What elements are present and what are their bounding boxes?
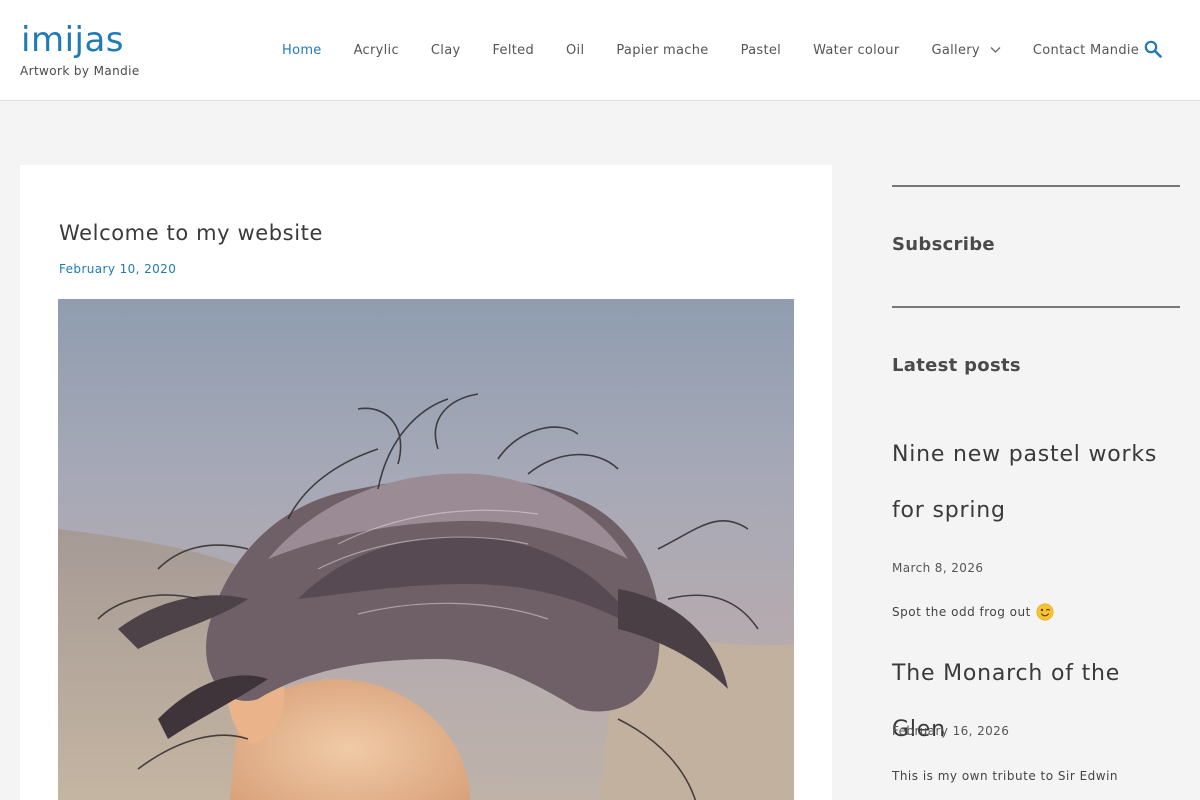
winking-face-icon: [1036, 603, 1054, 621]
latest-post-title[interactable]: The Monarch of the Glen: [892, 646, 1180, 758]
nav-item-home[interactable]: Home: [266, 43, 338, 58]
chevron-down-icon[interactable]: [990, 46, 1001, 54]
post-featured-image: [58, 299, 794, 800]
nav-item-gallery[interactable]: Gallery: [916, 43, 1017, 58]
post-title[interactable]: Welcome to my website: [59, 221, 323, 245]
site-tagline: Artwork by Mandie: [20, 64, 140, 78]
nav-item-papier-mache[interactable]: Papier mache: [600, 43, 724, 58]
nav-item-felted[interactable]: Felted: [476, 43, 550, 58]
site-logo[interactable]: imijas: [21, 20, 124, 60]
latest-post-excerpt-text: Spot the odd frog out: [892, 605, 1031, 619]
nav-item-contact-mandie[interactable]: Contact Mandie: [1017, 43, 1155, 58]
watercolour-hair-painting: [58, 299, 794, 800]
nav-item-clay[interactable]: Clay: [415, 43, 477, 58]
post-date[interactable]: February 10, 2020: [59, 262, 176, 276]
latest-post-title-line: for spring: [892, 498, 1006, 523]
latest-post-title-line: The Monarch of the Glen: [892, 661, 1121, 742]
nav-item-pastel[interactable]: Pastel: [725, 43, 798, 58]
latest-post-title[interactable]: Nine new pastel works for spring: [892, 427, 1180, 539]
main-nav: Home Acrylic Clay Felted Oil Papier mach…: [266, 40, 1155, 60]
post-article: Welcome to my website February 10, 2020: [20, 165, 832, 800]
latest-post-excerpt: This is my own tribute to Sir Edwin: [892, 769, 1119, 783]
latest-posts-title: Latest posts: [892, 355, 1021, 376]
nav-item-water-colour[interactable]: Water colour: [797, 43, 915, 58]
subscribe-widget-title: Subscribe: [892, 234, 995, 255]
search-icon[interactable]: [1144, 40, 1162, 58]
latest-post-title-line: Nine new pastel works: [892, 442, 1158, 467]
latest-post-date: March 8, 2026: [892, 561, 984, 575]
nav-item-acrylic[interactable]: Acrylic: [338, 43, 415, 58]
divider: [892, 306, 1180, 308]
latest-post-excerpt: Spot the odd frog out: [892, 603, 1054, 621]
nav-item-oil[interactable]: Oil: [550, 43, 600, 58]
site-header: imijas Artwork by Mandie Home Acrylic Cl…: [0, 0, 1200, 101]
nav-item-gallery-label: Gallery: [931, 42, 980, 58]
latest-post-date: February 16, 2026: [892, 724, 1010, 738]
divider: [892, 185, 1180, 187]
